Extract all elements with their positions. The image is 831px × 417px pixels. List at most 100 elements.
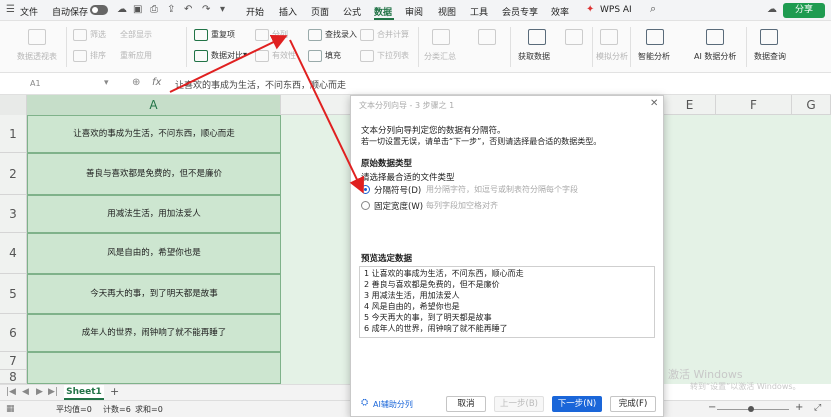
column-header-f[interactable]: F — [716, 95, 792, 115]
radio-fixed-width[interactable] — [361, 201, 370, 210]
redo-icon[interactable]: ↷ — [202, 5, 210, 15]
ai-data-analysis-button[interactable]: AI 数据分析 — [694, 51, 736, 62]
cancel-button[interactable]: 取消 — [446, 396, 486, 412]
subtotal-button[interactable]: 分类汇总 — [424, 51, 456, 62]
tab-review[interactable]: 审阅 — [405, 5, 423, 18]
outline-icon — [478, 29, 496, 45]
dialog-title: 文本分列向导 - 3 步骤之 1 — [359, 101, 455, 110]
data-query-button[interactable]: 数据查询 — [754, 51, 786, 62]
last-sheet-icon[interactable]: ▶| — [48, 387, 58, 397]
ai-split-link[interactable]: AI辅助分列 — [373, 399, 413, 410]
radio-delimited-label[interactable]: 分隔符号(D) — [374, 184, 421, 196]
row-header[interactable]: 6 — [0, 314, 27, 352]
next-step-button[interactable]: 下一步(N) — [552, 396, 602, 412]
dropdown-list-button[interactable]: 下拉列表 — [361, 50, 409, 61]
cloud-icon[interactable]: ☁ — [117, 5, 127, 15]
reapply-button[interactable]: 重新应用 — [120, 50, 152, 61]
cell-reference[interactable]: A1 — [30, 79, 41, 88]
row-header[interactable]: 5 — [0, 274, 27, 314]
merge-calc-button[interactable]: 合并计算 — [361, 29, 409, 40]
duplicates-button[interactable]: 重复项 — [195, 29, 235, 40]
tab-home[interactable]: 开始 — [246, 5, 264, 18]
preview-box[interactable]: 1 让喜欢的事成为生活，不问东西，顺心而走 2 善良与喜欢都是免费的，但不是廉价… — [359, 266, 655, 338]
filter-button[interactable]: 筛选 — [74, 29, 106, 40]
status-count: 计数=6 — [103, 405, 131, 414]
chevron-down-icon[interactable]: ▾ — [104, 78, 109, 88]
get-data-icon — [528, 29, 546, 45]
share-button[interactable]: 分享 — [783, 3, 825, 18]
tab-tools[interactable]: 工具 — [470, 5, 488, 18]
tab-formula[interactable]: 公式 — [343, 5, 361, 18]
data-query-icon — [760, 29, 778, 45]
get-data-button[interactable]: 获取数据 — [518, 51, 550, 62]
pivot-table-button[interactable]: 数据透视表 — [17, 51, 57, 62]
smart-analysis-button[interactable]: 智能分析 — [638, 51, 670, 62]
cell-a7[interactable] — [27, 352, 281, 384]
row-header[interactable]: 1 — [0, 115, 27, 153]
text-to-columns-dialog: 文本分列向导 - 3 步骤之 1 ✕ 文本分列向导判定您的数据有分隔符。 若一切… — [350, 95, 664, 417]
row-header[interactable]: 2 — [0, 153, 27, 195]
next-sheet-icon[interactable]: ▶ — [36, 387, 43, 397]
chevron-down-icon[interactable]: ▾ — [220, 5, 225, 15]
tab-data[interactable]: 数据 — [374, 5, 392, 18]
chevron-down-icon[interactable]: ▾ — [243, 50, 247, 59]
fullscreen-icon[interactable]: ⤢ — [814, 403, 821, 413]
cloud-sync-icon[interactable]: ☁ — [767, 5, 777, 15]
add-sheet-button[interactable]: + — [110, 385, 119, 398]
zoom-slider-handle[interactable] — [748, 406, 754, 412]
validation-button[interactable]: 有效性 — [256, 50, 296, 61]
show-all-button[interactable]: 全部显示 — [120, 29, 152, 40]
tab-insert[interactable]: 插入 — [279, 5, 297, 18]
close-icon[interactable]: ✕ — [650, 98, 658, 109]
dialog-intro-line2: 若一切设置无误，请单击“下一步”，否则请选择最合适的数据类型。 — [361, 137, 602, 146]
cell-a5[interactable]: 今天再大的事，到了明天都是故事 — [27, 274, 281, 314]
tab-page[interactable]: 页面 — [311, 5, 329, 18]
data-compare-button[interactable]: 数据对比 — [195, 50, 243, 61]
first-sheet-icon[interactable]: |◀ — [6, 387, 16, 397]
undo-icon[interactable]: ↶ — [184, 5, 192, 15]
formula-input[interactable]: 让喜欢的事成为生活，不问东西，顺心而走 — [175, 78, 346, 91]
cell-a6[interactable]: 成年人的世界，闹钟响了就不能再睡了 — [27, 314, 281, 352]
zoom-icon[interactable]: ⊕ — [132, 77, 140, 88]
simulate-analysis-button[interactable]: 模拟分析 — [596, 51, 628, 62]
row-header[interactable]: 4 — [0, 233, 27, 274]
preview-line: 1 让喜欢的事成为生活，不问东西，顺心而走 — [364, 269, 524, 278]
row-header[interactable]: 8 — [0, 370, 27, 384]
column-header-e[interactable]: E — [664, 95, 716, 115]
fill-button[interactable]: 填充 — [309, 50, 341, 61]
row-header[interactable]: 7 — [0, 352, 27, 370]
zoom-out-icon[interactable]: − — [708, 402, 716, 413]
radio-fixed-width-label[interactable]: 固定宽度(W) — [374, 200, 423, 212]
fx-icon[interactable]: fx — [152, 77, 161, 88]
tab-wps-ai[interactable]: WPS AI — [600, 5, 632, 15]
search-icon[interactable]: ⌕ — [650, 3, 656, 14]
select-all-corner[interactable] — [0, 95, 27, 115]
export-icon[interactable]: ⇪ — [167, 5, 175, 15]
prev-sheet-icon[interactable]: ◀ — [22, 387, 29, 397]
preview-line: 5 今天再大的事，到了明天都是故事 — [364, 313, 492, 322]
save-icon[interactable]: ▣ — [133, 5, 142, 15]
column-header-g[interactable]: G — [792, 95, 831, 115]
finish-button[interactable]: 完成(F) — [610, 396, 656, 412]
split-columns-button[interactable]: 分列 — [256, 29, 288, 40]
lookup-entry-button[interactable]: 查找录入 — [309, 29, 357, 40]
sort-button[interactable]: 排序 — [74, 50, 106, 61]
cell-a3[interactable]: 用减法生活，用加法爱人 — [27, 195, 281, 233]
sheet-tab-sheet1[interactable]: Sheet1 — [64, 385, 104, 400]
autosave-toggle[interactable] — [90, 5, 108, 15]
tab-member[interactable]: 会员专享 — [502, 5, 538, 18]
prev-step-button[interactable]: 上一步(B) — [494, 396, 544, 412]
radio-delimited[interactable] — [361, 185, 370, 194]
file-menu[interactable]: 文件 — [20, 5, 38, 18]
tab-view[interactable]: 视图 — [438, 5, 456, 18]
cell-a2[interactable]: 善良与喜欢都是免费的，但不是廉价 — [27, 153, 281, 195]
menu-icon[interactable]: ☰ — [6, 5, 15, 15]
row-header[interactable]: 3 — [0, 195, 27, 233]
preview-line: 3 用减法生活，用加法爱人 — [364, 291, 460, 300]
cell-a4[interactable]: 风是自由的，希望你也是 — [27, 233, 281, 274]
print-icon[interactable]: ⎙ — [150, 5, 158, 15]
zoom-in-icon[interactable]: + — [795, 402, 803, 413]
cell-a1[interactable]: 让喜欢的事成为生活，不问东西，顺心而走 — [27, 115, 281, 153]
column-header-a[interactable]: A — [27, 95, 281, 115]
tab-efficiency[interactable]: 效率 — [551, 5, 569, 18]
